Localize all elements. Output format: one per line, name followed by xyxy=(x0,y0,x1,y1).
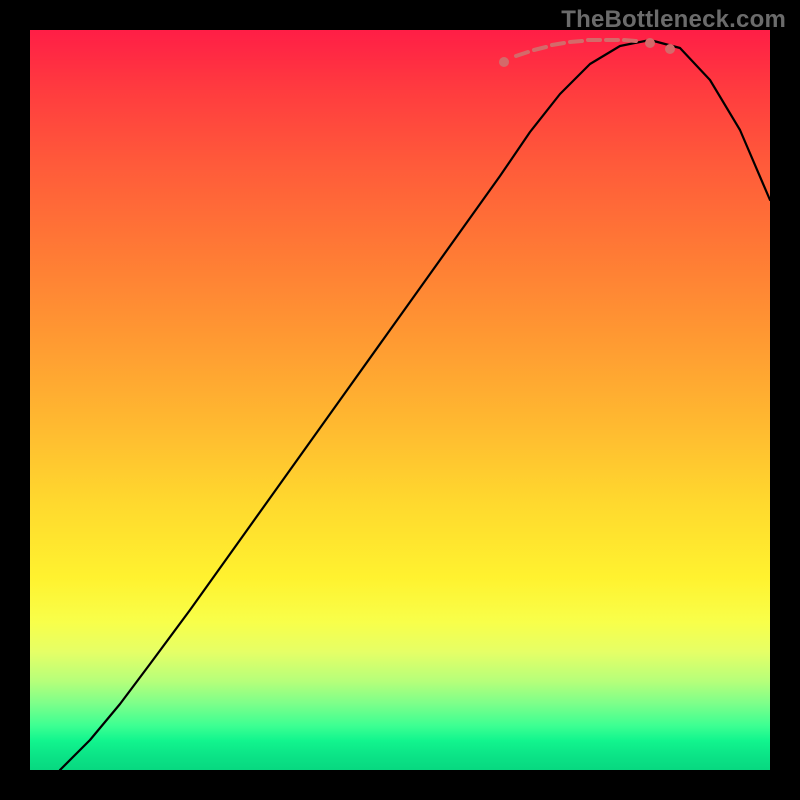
marker-dot xyxy=(499,57,509,67)
chart-svg xyxy=(30,30,770,770)
plot-area xyxy=(30,30,770,770)
marker-dash xyxy=(570,41,582,42)
marker-dash xyxy=(624,40,636,41)
bottleneck-curve xyxy=(60,40,770,770)
marker-dot xyxy=(665,44,675,54)
marker-dash xyxy=(552,43,564,45)
marker-dash xyxy=(516,52,528,56)
marker-dash xyxy=(534,47,546,50)
canvas: TheBottleneck.com xyxy=(0,0,800,800)
marker-dot xyxy=(645,38,655,48)
